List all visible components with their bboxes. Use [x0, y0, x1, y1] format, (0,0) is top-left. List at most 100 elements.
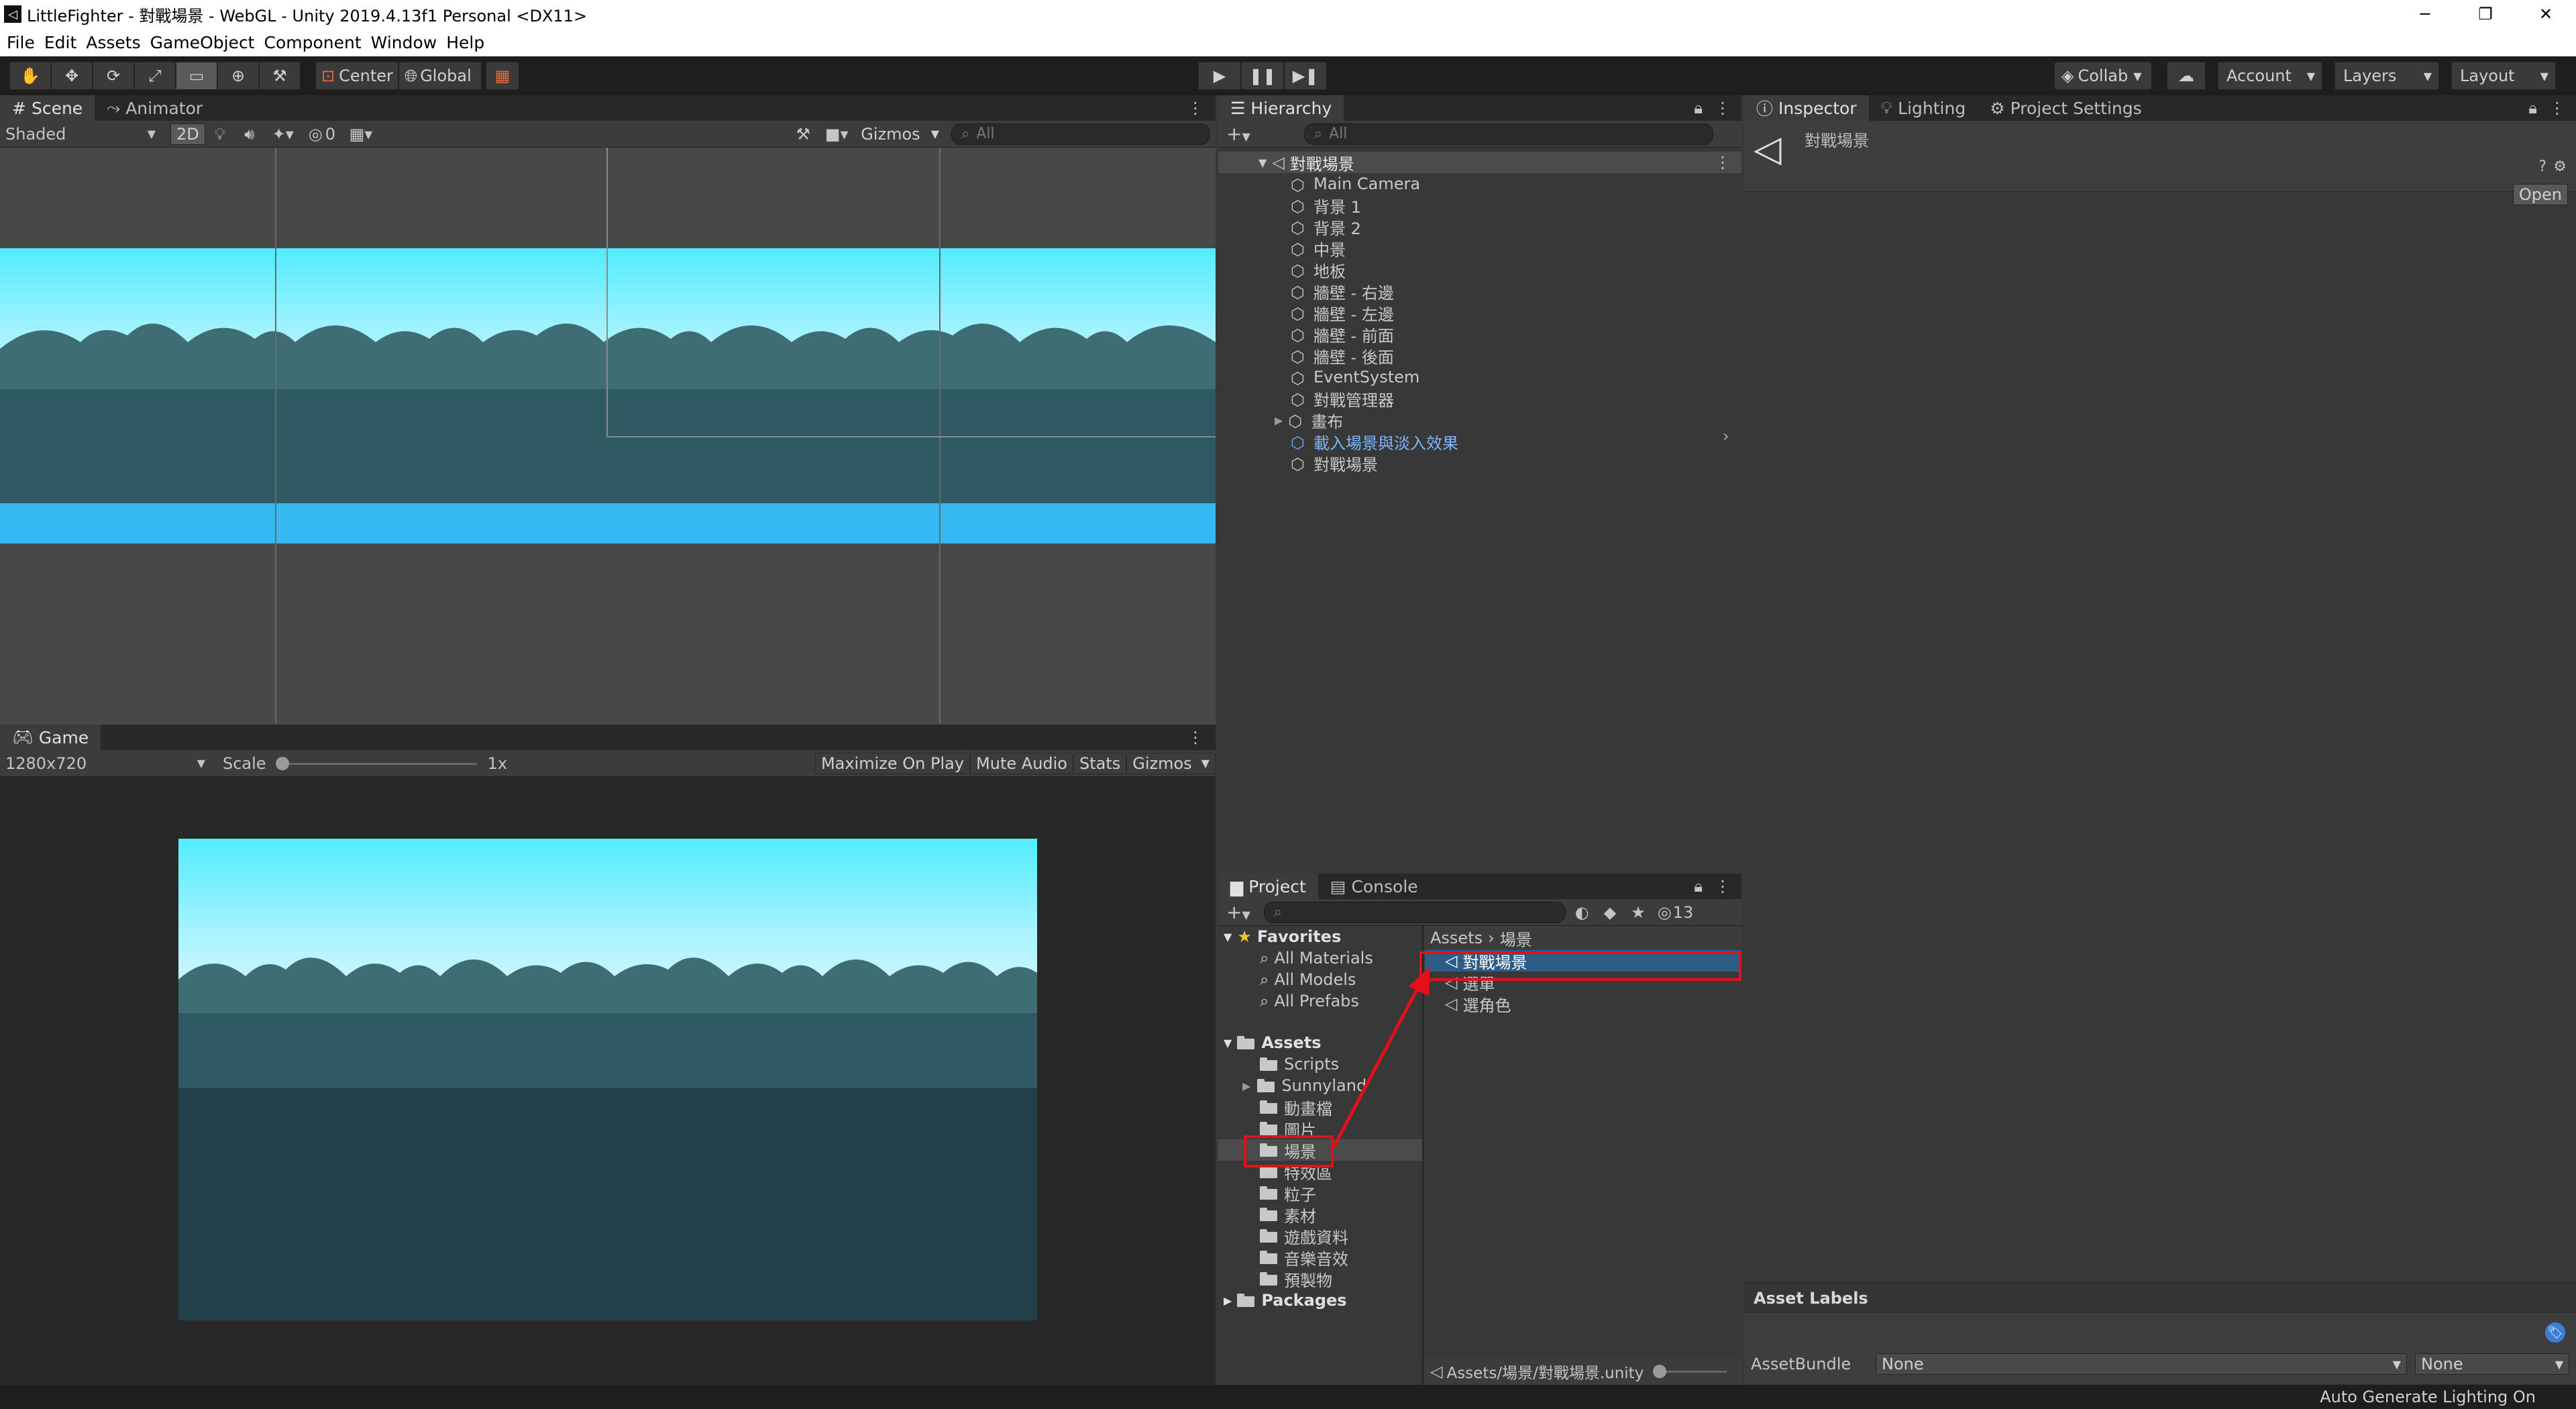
hierarchy-item[interactable]: ⬡ 背景 2: [1291, 216, 1741, 238]
step-button[interactable]: ▶❚: [1284, 62, 1327, 90]
icon-size-slider[interactable]: [1653, 1365, 1727, 1378]
cloud-icon[interactable]: ☁: [2167, 62, 2206, 90]
hand-tool-icon[interactable]: ✋: [9, 62, 51, 90]
hierarchy-item[interactable]: ⬡ 對戰管理器: [1291, 388, 1741, 410]
hierarchy-item[interactable]: ⬡ 牆壁 - 左邊: [1291, 302, 1741, 324]
account-dropdown[interactable]: Account ▼: [2218, 62, 2322, 90]
folder-item[interactable]: 音樂音效: [1218, 1247, 1422, 1269]
packages-header[interactable]: ▶ Packages: [1218, 1290, 1422, 1311]
hierarchy-item[interactable]: ⬡ 載入場景與淡入效果: [1291, 431, 1741, 453]
tab-hierarchy[interactable]: ☰ Hierarchy: [1218, 95, 1344, 121]
row-menu-icon[interactable]: ⋮: [1715, 153, 1731, 172]
hierarchy-item[interactable]: ⬡ 牆壁 - 後面: [1291, 345, 1741, 367]
lock-icon[interactable]: 🔒︎: [2528, 99, 2537, 117]
scale-tool-icon[interactable]: ⤢: [134, 62, 176, 90]
scene-search-input[interactable]: ⌕ All: [951, 123, 1210, 145]
rect-tool-icon[interactable]: ▭: [176, 62, 217, 90]
hierarchy-item[interactable]: ⬡ 牆壁 - 右邊: [1291, 280, 1741, 303]
transform-tool-icon[interactable]: ⊕: [217, 62, 259, 90]
tools-icon[interactable]: ⚒: [788, 125, 818, 144]
assetbundle-variant-dropdown[interactable]: None ▼: [2415, 1353, 2569, 1375]
hierarchy-item[interactable]: ⬡ 中景: [1291, 238, 1741, 260]
panel-menu-icon[interactable]: ⋮: [1715, 99, 1731, 117]
play-button[interactable]: ▶: [1198, 62, 1241, 90]
help-icon[interactable]: ?: [2538, 158, 2546, 175]
settings-icon[interactable]: ⚙: [2553, 158, 2567, 175]
collab-dropdown[interactable]: ◈ Collab ▼: [2054, 62, 2152, 90]
scale-slider-knob[interactable]: [275, 756, 289, 770]
favorite-star-icon[interactable]: ★: [1631, 903, 1646, 922]
tab-console[interactable]: ▤ Console: [1318, 874, 1430, 899]
assetbundle-dropdown[interactable]: None ▼: [1876, 1353, 2407, 1375]
hierarchy-item[interactable]: ⬡ 牆壁 - 前面: [1291, 323, 1741, 346]
tab-project-settings[interactable]: ⚙ Project Settings: [1978, 95, 2153, 121]
folder-item[interactable]: 預製物: [1218, 1268, 1422, 1290]
menu-gameobject[interactable]: GameObject: [150, 33, 255, 52]
shading-dropdown[interactable]: Shaded ▼: [0, 125, 161, 144]
create-dropdown[interactable]: +▼: [1226, 901, 1250, 923]
panel-menu-icon[interactable]: ⋮: [2549, 99, 2565, 117]
lock-icon[interactable]: 🔒︎: [1694, 877, 1703, 896]
menu-help[interactable]: Help: [446, 33, 484, 52]
hierarchy-item[interactable]: ⬡ EventSystem: [1291, 366, 1741, 388]
mute-audio-toggle[interactable]: Mute Audio: [970, 752, 1073, 774]
tab-lighting[interactable]: 💡︎ Lighting: [1869, 95, 1978, 121]
filter-by-type-icon[interactable]: ◐: [1575, 903, 1589, 922]
project-search-input[interactable]: ⌕: [1263, 901, 1566, 923]
maximize-button[interactable]: ❐: [2455, 0, 2516, 28]
favorites-header[interactable]: ▼ ★ Favorites: [1218, 926, 1422, 947]
layout-dropdown[interactable]: Layout ▼: [2451, 62, 2556, 90]
tab-scene[interactable]: # Scene: [0, 95, 95, 121]
rotate-tool-icon[interactable]: ⟳: [93, 62, 134, 90]
maximize-on-play-toggle[interactable]: Maximize On Play: [814, 752, 971, 774]
open-button[interactable]: Open: [2512, 184, 2568, 205]
panel-menu-icon[interactable]: ⋮: [1187, 728, 1203, 747]
tag-icon[interactable]: 🏷︎: [2545, 1322, 2565, 1343]
menu-edit[interactable]: Edit: [44, 33, 76, 52]
effects-toggle-icon[interactable]: ✦▾: [264, 125, 302, 144]
audio-toggle-icon[interactable]: 🔊︎: [235, 125, 264, 144]
asset-file-item[interactable]: ◁ 選角色: [1425, 993, 1741, 1015]
layers-dropdown[interactable]: Layers ▼: [2334, 62, 2439, 90]
create-dropdown[interactable]: +▼: [1226, 123, 1250, 145]
hierarchy-item[interactable]: ⬡ 背景 1: [1291, 195, 1741, 217]
move-tool-icon[interactable]: ✥: [51, 62, 93, 90]
tab-project[interactable]: ▆ Project: [1218, 874, 1318, 899]
space-toggle[interactable]: 🌐︎ Global: [398, 62, 482, 90]
scale-slider[interactable]: [275, 756, 477, 770]
camera-icon[interactable]: ■▾: [818, 125, 855, 144]
hierarchy-search-input[interactable]: ⌕ All: [1303, 123, 1713, 145]
menu-assets[interactable]: Assets: [86, 33, 140, 52]
hierarchy-item[interactable]: ⬡ 對戰場景: [1291, 452, 1741, 474]
game-view[interactable]: [178, 839, 1037, 1320]
folder-item[interactable]: 粒子: [1218, 1182, 1422, 1204]
lock-icon[interactable]: 🔒︎: [1694, 99, 1703, 117]
2d-toggle[interactable]: 2D: [170, 123, 205, 145]
filter-by-label-icon[interactable]: ◆: [1604, 903, 1616, 922]
stats-toggle[interactable]: Stats: [1073, 752, 1127, 774]
lighting-toggle-icon[interactable]: 💡︎: [205, 125, 235, 144]
scene-root-row[interactable]: ▼ ◁ 對戰場景 ⋮: [1218, 152, 1741, 174]
folder-item[interactable]: 遊戲資料: [1218, 1225, 1422, 1247]
menu-file[interactable]: File: [7, 33, 35, 52]
scene-view[interactable]: [0, 148, 1216, 723]
tab-animator[interactable]: ⤳ Animator: [95, 95, 215, 121]
eye-slash-icon[interactable]: ◎: [1658, 903, 1672, 922]
panel-menu-icon[interactable]: ⋮: [1715, 877, 1731, 896]
pause-button[interactable]: ❚❚: [1241, 62, 1284, 90]
resolution-dropdown[interactable]: 1280x720 ▼: [0, 754, 212, 773]
grid-snap-icon[interactable]: ▦: [486, 62, 519, 90]
chevron-right-icon[interactable]: ▶: [1242, 1080, 1250, 1092]
expand-arrow-icon[interactable]: ›: [1723, 427, 1729, 446]
chevron-right-icon[interactable]: ▶: [1275, 414, 1283, 427]
game-gizmos-dropdown[interactable]: Gizmos ▼: [1126, 752, 1216, 774]
close-button[interactable]: ✕: [2516, 0, 2576, 28]
hidden-objects-toggle[interactable]: ◎ 0: [309, 125, 335, 144]
grid-visibility-icon[interactable]: ▦▾: [342, 125, 380, 144]
minimize-button[interactable]: ─: [2395, 0, 2455, 28]
menu-window[interactable]: Window: [371, 33, 437, 52]
hierarchy-item[interactable]: ⬡ 地板: [1291, 259, 1741, 281]
panel-menu-icon[interactable]: ⋮: [1187, 99, 1203, 117]
hierarchy-item[interactable]: ⬡ Main Camera: [1291, 173, 1741, 195]
folder-item[interactable]: 素材: [1218, 1204, 1422, 1226]
